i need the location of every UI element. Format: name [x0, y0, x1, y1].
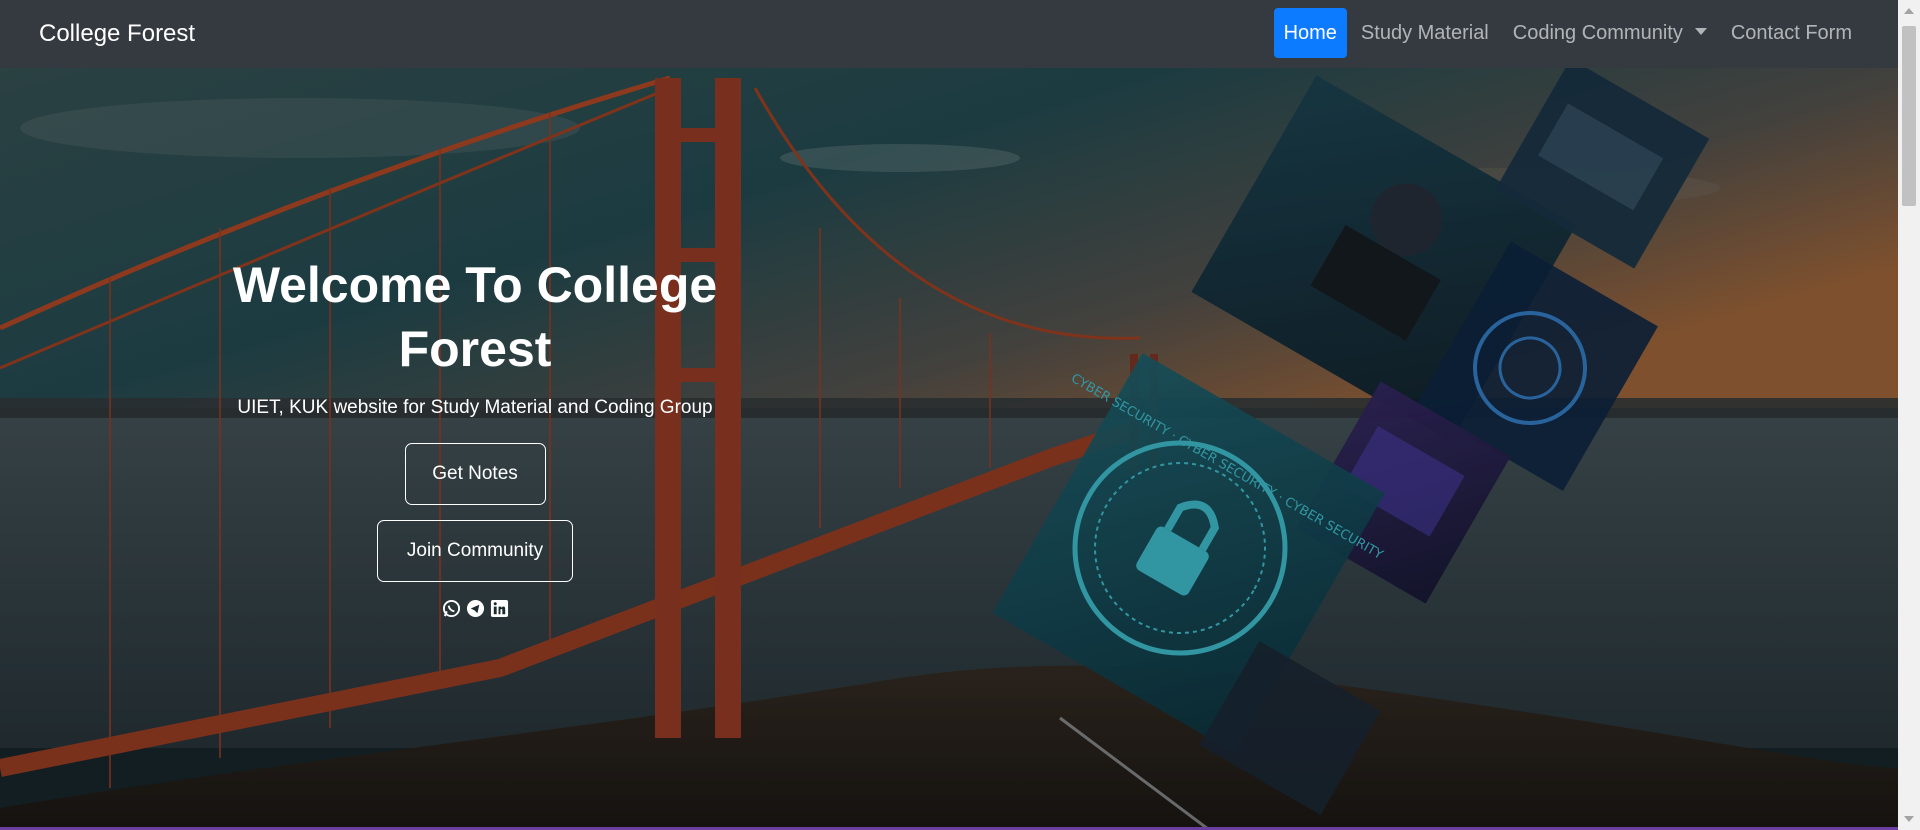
page-scrollbar[interactable] [1898, 0, 1920, 830]
hero-content: Welcome To College Forest UIET, KUK webs… [150, 253, 800, 618]
brand-logo-link[interactable]: College Forest [39, 18, 195, 50]
nav-link-home[interactable]: Home [1273, 8, 1347, 58]
hero-subtitle: UIET, KUK website for Study Material and… [237, 397, 713, 418]
nav-link-coding-community[interactable]: Coding Community [1503, 8, 1717, 58]
scrollbar-thumb[interactable] [1902, 26, 1916, 206]
telegram-icon[interactable] [466, 599, 485, 618]
nav-link-coding-community-label: Coding Community [1512, 22, 1683, 44]
hero-title: Welcome To College Forest [232, 257, 718, 377]
chevron-down-icon [1694, 28, 1707, 35]
scroll-up-arrow-icon[interactable] [1904, 8, 1914, 14]
social-links [150, 599, 800, 618]
scroll-down-arrow-icon[interactable] [1904, 816, 1914, 822]
join-community-button[interactable]: Join Community [377, 520, 573, 582]
nav-links: Home Study Material Coding Community Con… [1273, 8, 1862, 58]
linkedin-icon[interactable] [490, 599, 509, 618]
navbar: College Forest Home Study Material Codin… [0, 0, 1898, 68]
page: College Forest Home Study Material Codin… [0, 0, 1920, 830]
nav-link-contact-form[interactable]: Contact Form [1721, 8, 1862, 58]
nav-link-study-material[interactable]: Study Material [1351, 8, 1499, 58]
whatsapp-icon[interactable] [442, 599, 461, 618]
get-notes-button[interactable]: Get Notes [404, 443, 546, 505]
hero-section: CYBER SECURITY · CYBER SECURITY · CYBER … [0, 68, 1898, 827]
